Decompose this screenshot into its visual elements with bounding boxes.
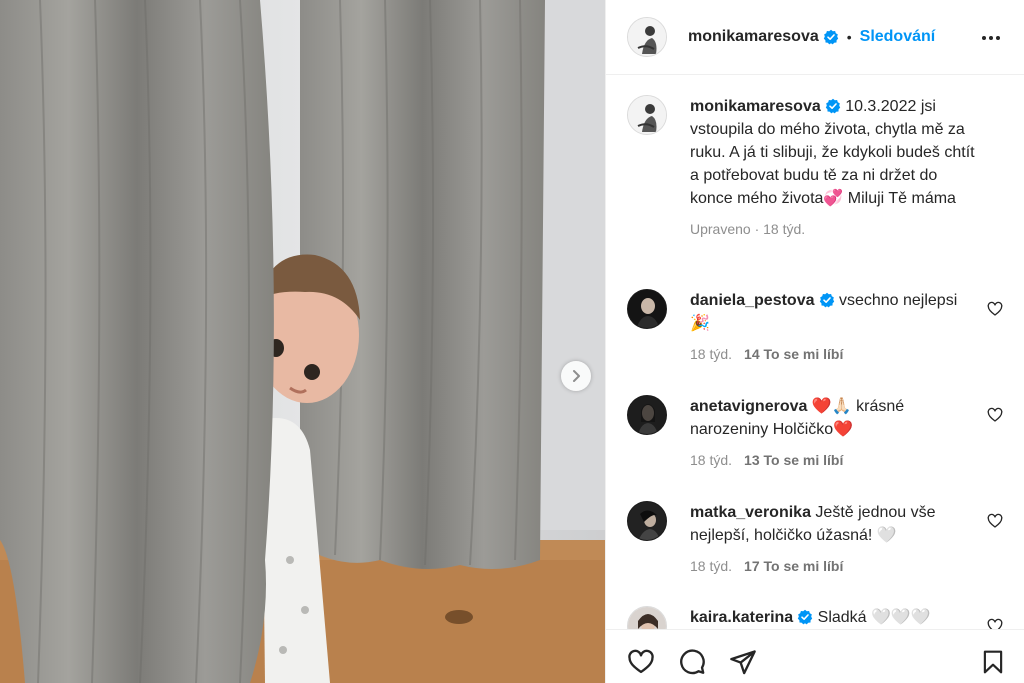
verified-badge-icon bbox=[819, 292, 834, 308]
profile-photo bbox=[628, 96, 666, 134]
paper-plane-icon[interactable] bbox=[729, 648, 757, 676]
heart-icon[interactable] bbox=[987, 513, 1003, 529]
avatar[interactable] bbox=[627, 606, 667, 629]
avatar[interactable] bbox=[627, 501, 667, 541]
comment-username[interactable]: kaira.katerina bbox=[690, 609, 793, 626]
next-photo-button[interactable] bbox=[561, 361, 591, 391]
comment-time[interactable]: 18 týd. bbox=[690, 346, 732, 362]
caption-username[interactable]: monikamaresova bbox=[690, 98, 821, 115]
verified-badge-icon bbox=[825, 98, 840, 114]
comment-likes[interactable]: 13 To se mi líbí bbox=[744, 452, 843, 468]
chevron-right-icon bbox=[573, 370, 580, 382]
caption-meta: Upraveno · 18 týd. bbox=[690, 221, 806, 237]
profile-photo bbox=[628, 290, 666, 328]
comments-list[interactable]: monikamaresova 10.3.2022 jsi vstoupila d… bbox=[606, 76, 1024, 629]
comment-time[interactable]: 18 týd. bbox=[690, 452, 732, 468]
comment-text: Sladká 🤍🤍🤍 bbox=[817, 609, 931, 626]
verified-badge-icon bbox=[797, 609, 813, 625]
comment-username[interactable]: matka_veronika bbox=[690, 504, 811, 521]
post-actions-bar bbox=[606, 629, 1024, 683]
bookmark-icon[interactable] bbox=[980, 648, 1006, 676]
profile-photo bbox=[628, 607, 666, 629]
profile-photo bbox=[628, 396, 666, 434]
post-caption: monikamaresova 10.3.2022 jsi vstoupila d… bbox=[627, 95, 1017, 241]
following-button[interactable]: Sledování bbox=[860, 28, 936, 46]
avatar[interactable] bbox=[627, 17, 667, 57]
post-header: monikamaresova • Sledování bbox=[606, 0, 1024, 75]
post-side-panel: monikamaresova • Sledování monikamaresov… bbox=[605, 0, 1024, 683]
author-username[interactable]: monikamaresova bbox=[688, 28, 819, 46]
heart-icon[interactable] bbox=[987, 301, 1003, 317]
comment-item: kaira.katerina Sladká 🤍🤍🤍 bbox=[627, 606, 1017, 629]
comment-username[interactable]: daniela_pestova bbox=[690, 292, 815, 309]
avatar[interactable] bbox=[627, 289, 667, 329]
post-photo[interactable] bbox=[0, 0, 605, 683]
separator-dot: • bbox=[846, 29, 852, 45]
comment-icon[interactable] bbox=[678, 648, 706, 676]
verified-badge-icon bbox=[823, 29, 838, 45]
more-options-icon[interactable] bbox=[979, 26, 1003, 50]
comment-username[interactable]: anetavignerova bbox=[690, 398, 807, 415]
heart-icon[interactable] bbox=[987, 618, 1003, 629]
curtain-photo-illustration bbox=[0, 0, 605, 683]
heart-icon[interactable] bbox=[987, 407, 1003, 423]
comment-likes[interactable]: 17 To se mi líbí bbox=[744, 558, 843, 574]
comment-item: daniela_pestova vsechno nejlepsi 🎉 18 tý… bbox=[627, 289, 1017, 366]
comment-time[interactable]: 18 týd. bbox=[690, 558, 732, 574]
avatar[interactable] bbox=[627, 95, 667, 135]
profile-photo bbox=[628, 502, 666, 540]
heart-icon[interactable] bbox=[626, 648, 656, 676]
profile-photo bbox=[628, 18, 666, 56]
comment-item: matka_veronika Ještě jednou vše nejlepší… bbox=[627, 501, 1017, 578]
avatar[interactable] bbox=[627, 395, 667, 435]
comment-item: anetavignerova ❤️🙏🏻 krásné narozeniny Ho… bbox=[627, 395, 1017, 472]
comment-likes[interactable]: 14 To se mi líbí bbox=[744, 346, 843, 362]
